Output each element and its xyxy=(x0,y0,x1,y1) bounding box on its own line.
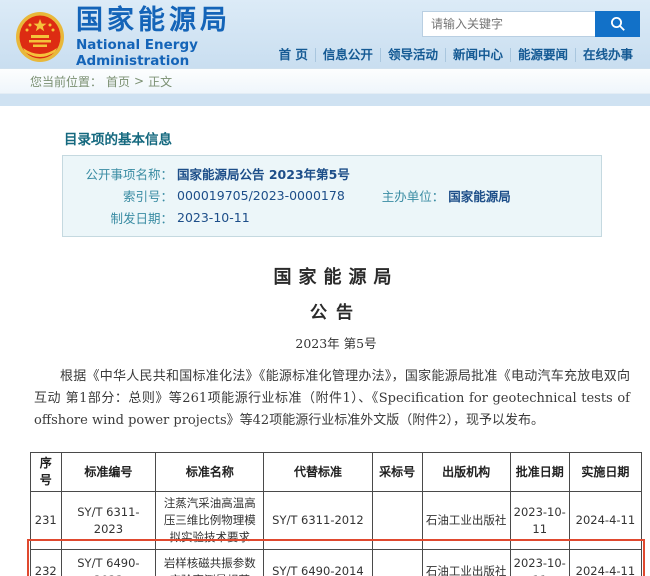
doc-title: 国家能源局 xyxy=(28,263,644,289)
field-org-label: 主办单位： xyxy=(364,186,444,205)
search-icon xyxy=(610,16,626,32)
field-org-value: 国家能源局 xyxy=(448,186,511,205)
brand-text: 国家能源局 National Energy Administration xyxy=(76,6,272,69)
info-row-date: 制发日期： 2023-10-11 xyxy=(63,206,601,228)
breadcrumb-separator-icon: > xyxy=(134,74,144,88)
table-header-cell: 采标号 xyxy=(372,453,422,492)
table-cell: SY/T 6490-2014 xyxy=(264,550,372,576)
table-header-cell: 出版机构 xyxy=(422,453,510,492)
standards-table-wrap: 序号 标准编号 标准名称 代替标准 采标号 出版机构 批准日期 实施日期 231… xyxy=(30,452,642,576)
search-button[interactable] xyxy=(595,11,640,37)
table-cell: 注蒸汽采油高温高压三维比例物理模拟实验技术要求 xyxy=(156,492,264,550)
field-date-label: 制发日期： xyxy=(63,208,173,227)
table-cell: SY/T 6311-2023 xyxy=(61,492,156,550)
table-cell: 2023-10-11 xyxy=(510,550,569,576)
nav-item-leadership[interactable]: 领导活动 xyxy=(380,48,445,62)
field-org: 主办单位： 国家能源局 xyxy=(364,186,511,205)
nav-item-home[interactable]: 首 页 xyxy=(272,48,315,62)
search-input[interactable] xyxy=(422,11,595,37)
breadcrumb-label: 您当前位置： xyxy=(30,73,102,90)
table-cell xyxy=(372,492,422,550)
page: 国家能源局 National Energy Administration 首 页… xyxy=(0,0,650,576)
header-right: 首 页 信息公开 领导活动 新闻中心 能源要闻 在线办事 xyxy=(272,0,640,68)
table-cell: 2024-4-11 xyxy=(569,550,641,576)
table-header-row: 序号 标准编号 标准名称 代替标准 采标号 出版机构 批准日期 实施日期 xyxy=(31,453,642,492)
field-index: 索引号： 000019705/2023-0000178 xyxy=(63,186,364,205)
breadcrumb-home-link[interactable]: 首页 xyxy=(106,73,130,90)
field-index-label: 索引号： xyxy=(63,186,173,205)
doc-subtitle: 公告 xyxy=(28,298,644,323)
table-row-highlighted: 232 SY/T 6490-2023 岩样核磁共振参数实验室测量规范 SY/T … xyxy=(31,550,642,576)
doc-issue-number: 2023年 第5号 xyxy=(28,333,644,352)
site-title-zh: 国家能源局 xyxy=(76,6,272,36)
info-row-index-org: 索引号： 000019705/2023-0000178 主办单位： 国家能源局 xyxy=(63,184,601,206)
header-divider xyxy=(0,94,650,106)
nav-item-energy-news[interactable]: 能源要闻 xyxy=(510,48,575,62)
table-header-cell: 实施日期 xyxy=(569,453,641,492)
site-title-en: National Energy Administration xyxy=(76,37,272,69)
table-cell xyxy=(372,550,422,576)
field-index-value: 000019705/2023-0000178 xyxy=(177,188,345,203)
table-cell: 2024-4-11 xyxy=(569,492,641,550)
nav-item-info-disclosure[interactable]: 信息公开 xyxy=(315,48,380,62)
table-cell: 232 xyxy=(31,550,62,576)
field-date-value: 2023-10-11 xyxy=(177,210,250,225)
info-box: 公开事项名称： 国家能源局公告 2023年第5号 索引号： 000019705/… xyxy=(62,155,602,237)
field-date: 制发日期： 2023-10-11 xyxy=(63,208,250,227)
site-logo[interactable]: 国家能源局 National Energy Administration xyxy=(14,0,272,68)
table-header-cell: 标准名称 xyxy=(156,453,264,492)
table-cell: 石油工业出版社 xyxy=(422,550,510,576)
info-row-name: 公开事项名称： 国家能源局公告 2023年第5号 xyxy=(63,162,601,184)
nav-item-news-center[interactable]: 新闻中心 xyxy=(445,48,510,62)
doc-paragraph: 根据《中华人民共和国标准化法》《能源标准化管理办法》，国家能源局批准《电动汽车充… xyxy=(34,366,630,432)
top-nav: 首 页 信息公开 领导活动 新闻中心 能源要闻 在线办事 xyxy=(272,48,640,62)
table-header-cell: 序号 xyxy=(31,453,62,492)
national-emblem-icon xyxy=(14,10,66,64)
search-bar xyxy=(422,11,640,37)
table-cell: SY/T 6311-2012 xyxy=(264,492,372,550)
table-cell: 231 xyxy=(31,492,62,550)
standards-table: 序号 标准编号 标准名称 代替标准 采标号 出版机构 批准日期 实施日期 231… xyxy=(30,452,642,576)
table-header-cell: 代替标准 xyxy=(264,453,372,492)
table-cell: 2023-10-11 xyxy=(510,492,569,550)
breadcrumb-current: 正文 xyxy=(148,73,172,90)
table-header-cell: 批准日期 xyxy=(510,453,569,492)
breadcrumb: 您当前位置： 首页 > 正文 xyxy=(0,68,650,94)
table-header-cell: 标准编号 xyxy=(61,453,156,492)
field-name-label: 公开事项名称： xyxy=(63,164,173,183)
field-name-value: 国家能源局公告 2023年第5号 xyxy=(177,164,350,183)
info-section-heading: 目录项的基本信息 xyxy=(64,128,644,148)
site-header: 国家能源局 National Energy Administration 首 页… xyxy=(0,0,650,68)
table-cell: 岩样核磁共振参数实验室测量规范 xyxy=(156,550,264,576)
table-cell: 石油工业出版社 xyxy=(422,492,510,550)
table-cell: SY/T 6490-2023 xyxy=(61,550,156,576)
nav-item-online-services[interactable]: 在线办事 xyxy=(575,48,640,62)
table-row: 231 SY/T 6311-2023 注蒸汽采油高温高压三维比例物理模拟实验技术… xyxy=(31,492,642,550)
field-name: 公开事项名称： 国家能源局公告 2023年第5号 xyxy=(63,164,350,183)
main-content: 目录项的基本信息 公开事项名称： 国家能源局公告 2023年第5号 索引号： 0… xyxy=(0,128,650,576)
